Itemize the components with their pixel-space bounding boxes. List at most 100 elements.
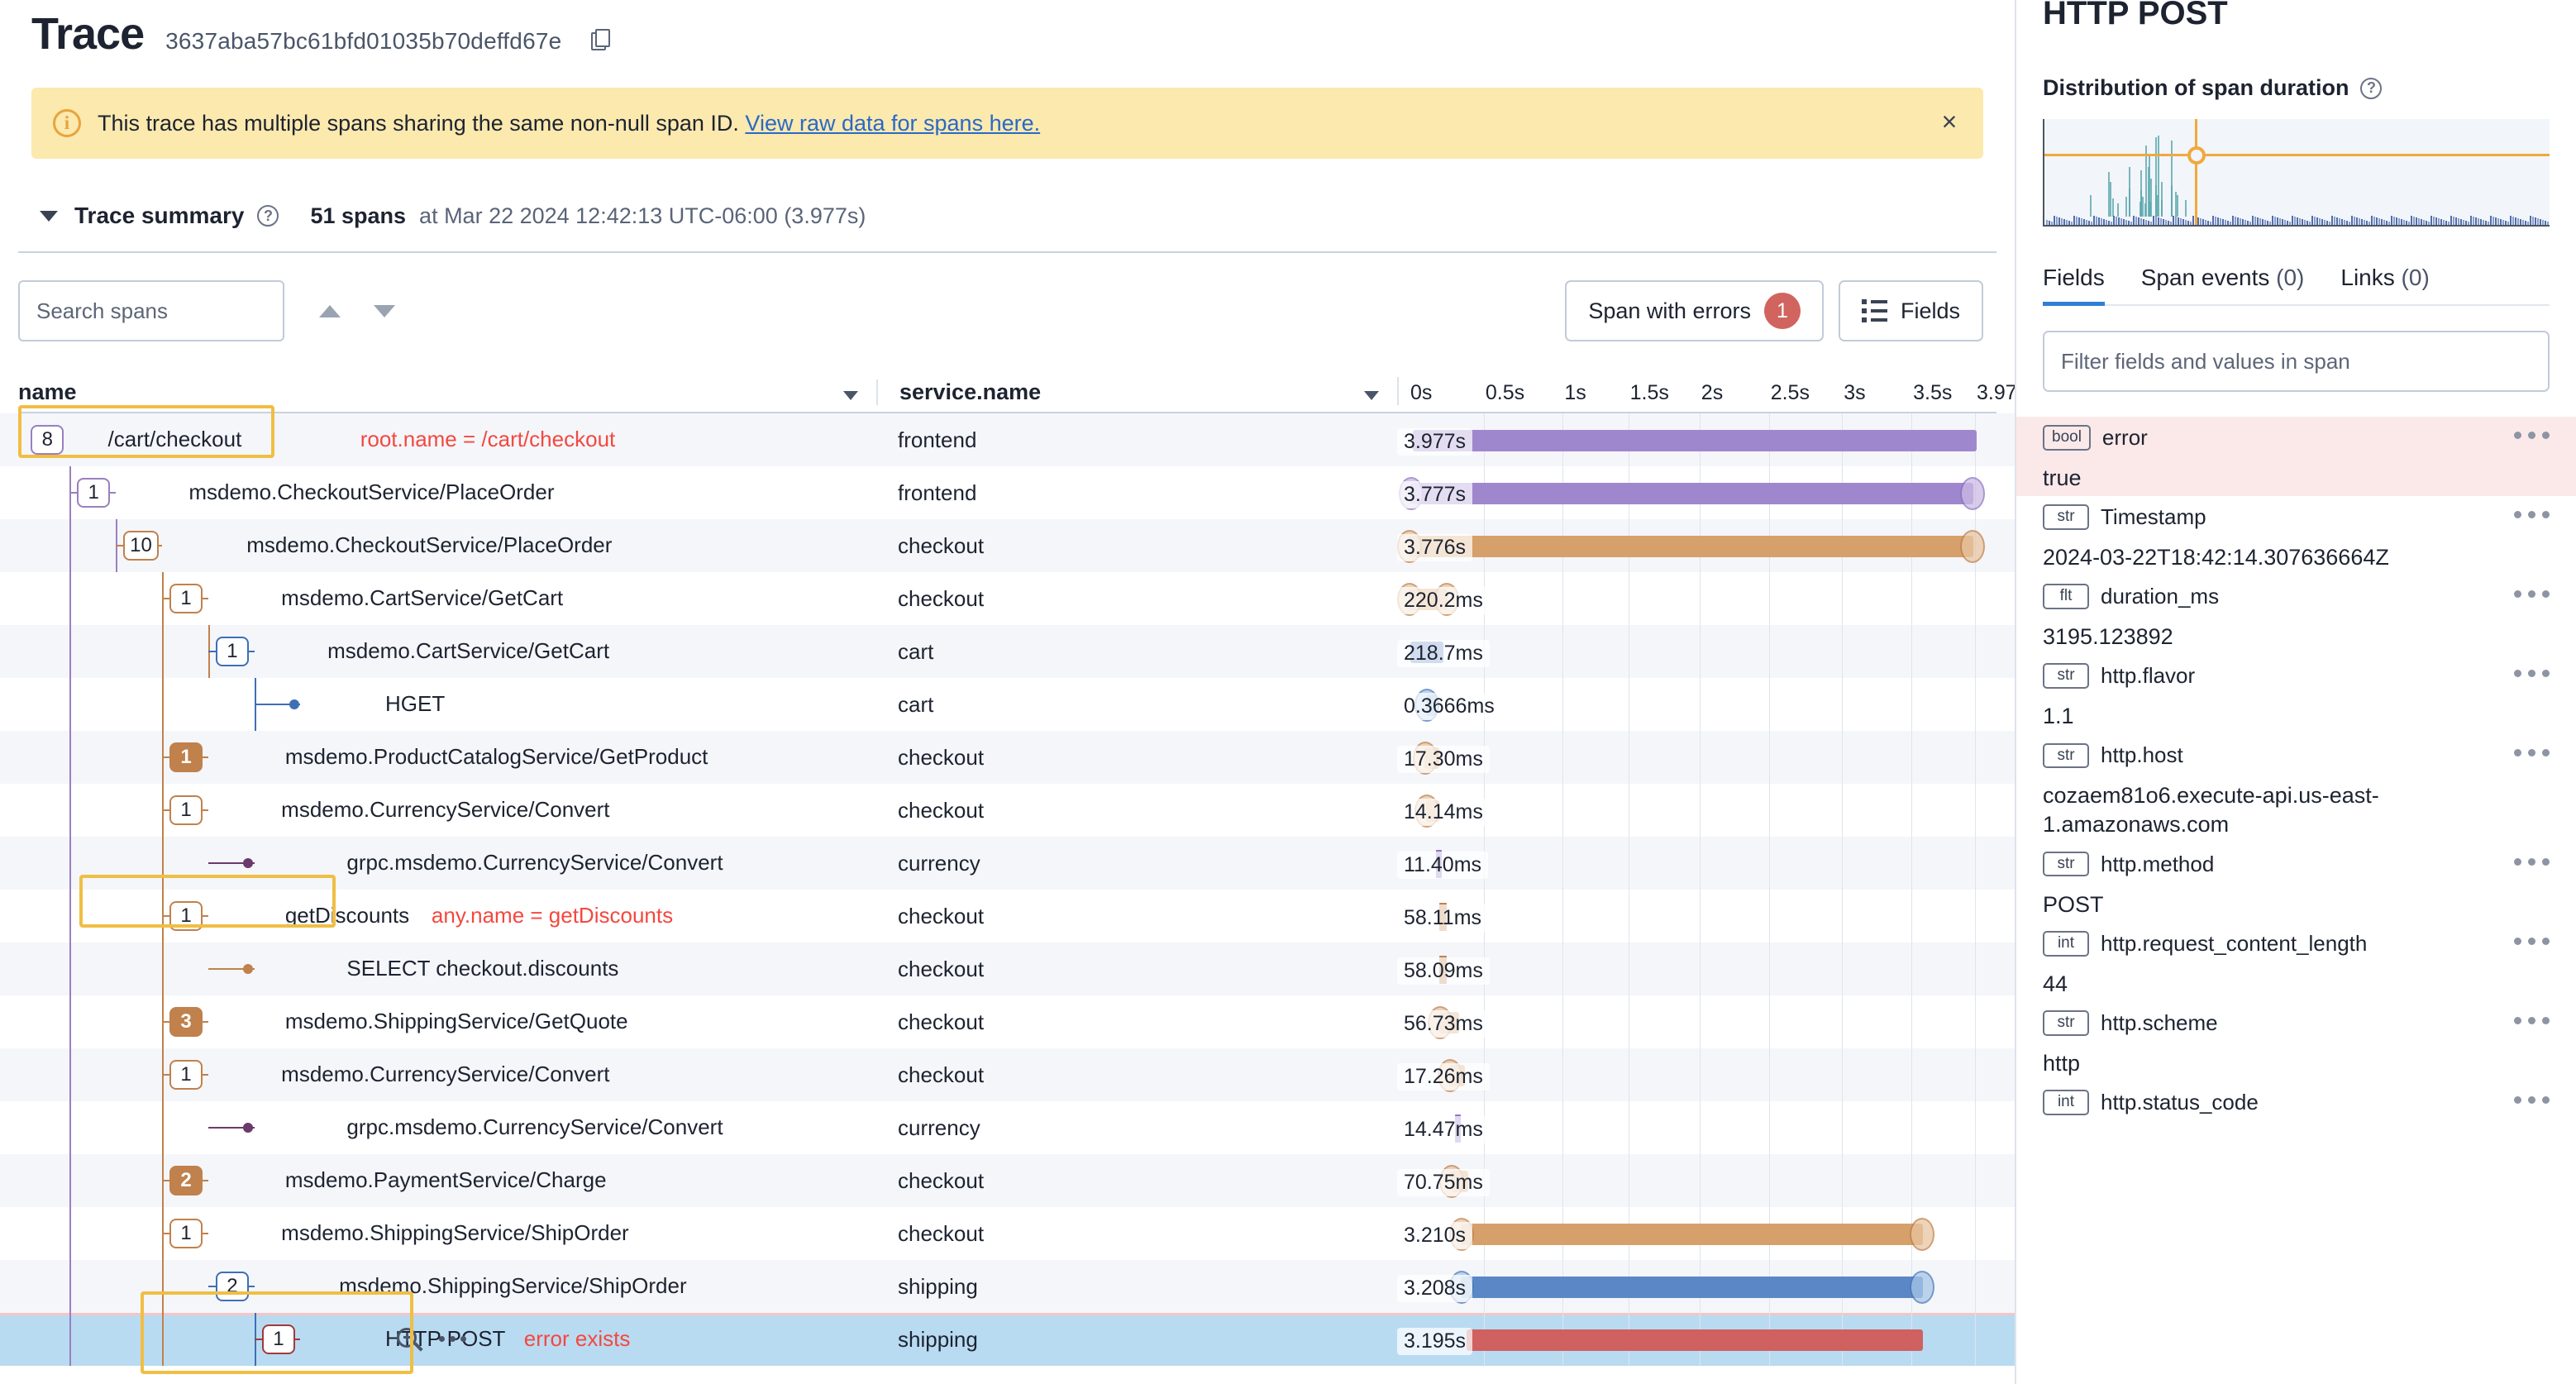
span-child-count-badge[interactable]: 1	[77, 478, 111, 508]
span-child-count-badge[interactable]: 10	[123, 531, 159, 561]
chevron-down-icon[interactable]	[360, 287, 408, 335]
span-child-count-badge[interactable]: 1	[169, 742, 203, 772]
chevron-down-icon[interactable]	[1364, 391, 1379, 400]
span-duration-label: 14.47ms	[1397, 1116, 1490, 1143]
tab-span-events[interactable]: Span events (0)	[2141, 265, 2305, 304]
banner-link[interactable]: View raw data for spans here.	[745, 111, 1040, 136]
span-child-count-badge[interactable]: 3	[169, 1007, 203, 1037]
table-row[interactable]: SELECT checkout.discounts checkout 58.09ms	[0, 943, 2015, 995]
table-row[interactable]: 1 msdemo.CartService/GetCart checkout 220.2…	[0, 572, 2015, 625]
more-options-icon[interactable]	[2514, 857, 2550, 866]
span-child-count-badge[interactable]: 1	[169, 1060, 203, 1090]
table-row[interactable]: 1 msdemo.CheckoutService/PlaceOrder fronte…	[0, 466, 2015, 519]
distribution-baseline-tick	[2373, 217, 2375, 225]
distribution-baseline-tick	[2331, 216, 2333, 225]
table-row[interactable]: 10 msdemo.CheckoutService/PlaceOrder check…	[0, 519, 2015, 572]
span-child-count-badge[interactable]: 2	[215, 1272, 249, 1301]
copy-icon[interactable]	[591, 29, 611, 50]
more-options-icon[interactable]	[439, 1336, 467, 1342]
span-child-count-badge[interactable]: 1	[169, 1219, 203, 1248]
more-options-icon[interactable]	[2514, 590, 2550, 599]
fields-list: bool error true str Timestamp 2024-03-22T18:4…	[2016, 417, 2576, 1119]
column-header-service[interactable]: service.name	[876, 379, 1397, 405]
more-options-icon[interactable]	[2514, 1016, 2550, 1024]
table-row[interactable]: 1 msdemo.CurrencyService/Convert checkout 1…	[0, 784, 2015, 837]
grid-line	[1975, 1313, 1976, 1366]
span-name-label: msdemo.CartService/GetCart	[327, 638, 610, 663]
distribution-baseline-tick	[2192, 216, 2194, 225]
distribution-chart[interactable]	[2043, 119, 2550, 227]
table-row[interactable]: grpc.msdemo.CurrencyService/Convert curre…	[0, 837, 2015, 890]
tab-fields[interactable]: Fields	[2043, 265, 2105, 306]
table-row[interactable]: 8/cart/checkout root.name = /cart/checkou…	[0, 413, 2015, 466]
distribution-spike	[2157, 195, 2159, 217]
distribution-baseline-tick	[2433, 217, 2435, 225]
span-child-count-badge[interactable]: 1	[261, 1324, 295, 1354]
span-name-label: msdemo.ShippingService/ShipOrder	[281, 1220, 629, 1245]
span-child-count-badge[interactable]: 2	[169, 1166, 203, 1195]
span-child-count-badge[interactable]: 8	[31, 425, 64, 455]
distribution-baseline-tick	[2522, 220, 2524, 225]
grid-line	[1768, 784, 1770, 837]
span-with-errors-button[interactable]: Span with errors 1	[1565, 280, 1824, 341]
table-row[interactable]: grpc.msdemo.CurrencyService/Convert curre…	[0, 1101, 2015, 1154]
zoom-in-icon[interactable]	[396, 1328, 423, 1353]
table-row[interactable]: 2 msdemo.ShippingService/ShipOrder shippin…	[0, 1260, 2015, 1313]
help-circle-icon[interactable]: ?	[2360, 77, 2383, 99]
span-duration-label: 17.30ms	[1397, 746, 1490, 773]
span-duration-label: 58.11ms	[1397, 904, 1489, 932]
table-row[interactable]: 1 HTTP POST error exists shipping 3.195s	[0, 1313, 2015, 1366]
table-row[interactable]: HGET cart 0.3666ms	[0, 678, 2015, 731]
field-header: str http.host	[2043, 742, 2550, 769]
grid-line	[1768, 995, 1770, 1048]
table-row[interactable]: 1 getDiscounts any.name = getDiscounts chec…	[0, 890, 2015, 943]
span-child-count-badge[interactable]: 1	[169, 795, 203, 825]
more-options-icon[interactable]	[2514, 1095, 2550, 1104]
close-icon[interactable]: ×	[1935, 108, 1963, 137]
more-options-icon[interactable]	[2514, 432, 2550, 439]
distribution-baseline-tick	[2438, 218, 2440, 225]
span-child-count-badge[interactable]: 1	[169, 584, 203, 613]
timeline-cell: 218.7ms	[1397, 625, 2015, 678]
grid-line	[1768, 625, 1770, 678]
tab-links[interactable]: Links (0)	[2340, 265, 2429, 304]
span-child-count-badge[interactable]: 1	[169, 901, 203, 931]
fields-button[interactable]: Fields	[1838, 280, 1983, 341]
span-child-count-badge[interactable]: 1	[215, 637, 249, 666]
distribution-baseline-tick	[2125, 220, 2127, 225]
table-row[interactable]: 1 msdemo.ProductCatalogService/GetProduct…	[0, 731, 2015, 784]
service-name-cell: checkout	[876, 731, 1397, 784]
grid-line	[1842, 678, 1844, 731]
table-row[interactable]: 1 msdemo.CartService/GetCart cart 218.7ms	[0, 625, 2015, 678]
trace-summary-label[interactable]: Trace summary	[74, 203, 244, 229]
distribution-baseline-tick	[2207, 221, 2209, 225]
grid-line	[1911, 1048, 1913, 1101]
column-header-name[interactable]: name	[0, 379, 876, 405]
chevron-down-icon[interactable]	[843, 391, 858, 400]
grid-line	[1699, 784, 1701, 837]
chevron-down-icon[interactable]	[40, 210, 58, 222]
more-options-icon[interactable]	[2514, 937, 2550, 945]
distribution-baseline-tick	[2168, 221, 2169, 225]
distribution-baseline-tick	[2212, 216, 2214, 225]
table-row[interactable]: 1 msdemo.CurrencyService/Convert checkout 1…	[0, 1048, 2015, 1101]
info-banner: i This trace has multiple spans sharing …	[31, 88, 1983, 159]
table-row[interactable]: 2 msdemo.PaymentService/Charge checkout 70.…	[0, 1154, 2015, 1207]
help-circle-icon[interactable]: ?	[257, 205, 279, 227]
distribution-baseline-tick	[2396, 217, 2397, 225]
grid-line	[1699, 1048, 1701, 1101]
table-row[interactable]: 1 msdemo.ShippingService/ShipOrder checkou…	[0, 1207, 2015, 1260]
more-options-icon[interactable]	[2514, 749, 2550, 757]
table-row[interactable]: 3 msdemo.ShippingService/GetQuote checkout…	[0, 995, 2015, 1048]
filter-fields-input[interactable]	[2043, 331, 2550, 392]
distribution-baseline-tick	[2309, 222, 2311, 225]
more-options-icon[interactable]	[2514, 670, 2550, 678]
search-input[interactable]	[18, 280, 284, 341]
distribution-baseline-tick	[2537, 218, 2539, 225]
tree-line	[69, 837, 71, 890]
grid-line	[1562, 678, 1564, 731]
chevron-up-icon[interactable]	[306, 287, 354, 335]
span-name-cell: grpc.msdemo.CurrencyService/Convert	[0, 837, 876, 890]
grid-line	[1562, 731, 1564, 784]
more-options-icon[interactable]	[2514, 511, 2550, 519]
